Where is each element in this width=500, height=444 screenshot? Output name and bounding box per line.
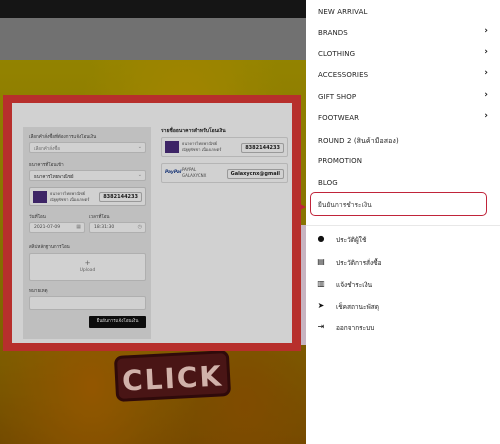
chevron-right-icon[interactable]: ›	[484, 90, 488, 100]
paper-plane-icon: ➤	[317, 301, 325, 310]
logout-icon: ⇥	[317, 322, 325, 331]
menu-item-confirm-payment[interactable]: ยืนยันการชำระเงิน	[318, 200, 372, 210]
background-page: CLICK เลือกคำสั่งซื้อที่ต้องการแจ้งโอนเง…	[0, 0, 306, 444]
overlay-dim[interactable]	[0, 0, 306, 444]
money-icon: ▥	[317, 279, 325, 288]
menu-item-clothing[interactable]: CLOTHING	[318, 50, 355, 58]
menu-item-track-parcel[interactable]: เช็คสถานะพัสดุ	[336, 302, 379, 312]
menu-divider	[306, 225, 500, 226]
menu-item-round-2[interactable]: ROUND 2 (สินค้ามือสอง)	[318, 136, 399, 147]
side-menu: NEW ARRIVAL BRANDS › CLOTHING › ACCESSOR…	[306, 0, 500, 444]
chevron-right-icon[interactable]: ›	[484, 26, 488, 36]
menu-item-footwear[interactable]: FOOTWEAR	[318, 114, 359, 122]
menu-item-gift-shop[interactable]: GIFT SHOP	[318, 93, 356, 101]
chevron-right-icon[interactable]: ›	[484, 68, 488, 78]
menu-item-payment-notice[interactable]: แจ้งชำระเงิน	[336, 280, 372, 290]
chevron-right-icon[interactable]: ›	[484, 111, 488, 121]
menu-item-new-arrival[interactable]: NEW ARRIVAL	[318, 8, 368, 16]
menu-item-accessories[interactable]: ACCESSORIES	[318, 71, 368, 79]
menu-item-brands[interactable]: BRANDS	[318, 29, 348, 37]
user-icon: ●	[317, 234, 325, 243]
document-icon: ▤	[317, 257, 325, 266]
menu-item-order-history[interactable]: ประวัติการสั่งซื้อ	[336, 258, 382, 268]
menu-item-blog[interactable]: BLOG	[318, 179, 338, 187]
menu-item-promotion[interactable]: PROMOTION	[318, 157, 362, 165]
menu-item-logout[interactable]: ออกจากระบบ	[336, 323, 374, 333]
chevron-right-icon[interactable]: ›	[484, 47, 488, 57]
menu-item-profile[interactable]: ประวัติผู้ใช้	[336, 235, 366, 245]
